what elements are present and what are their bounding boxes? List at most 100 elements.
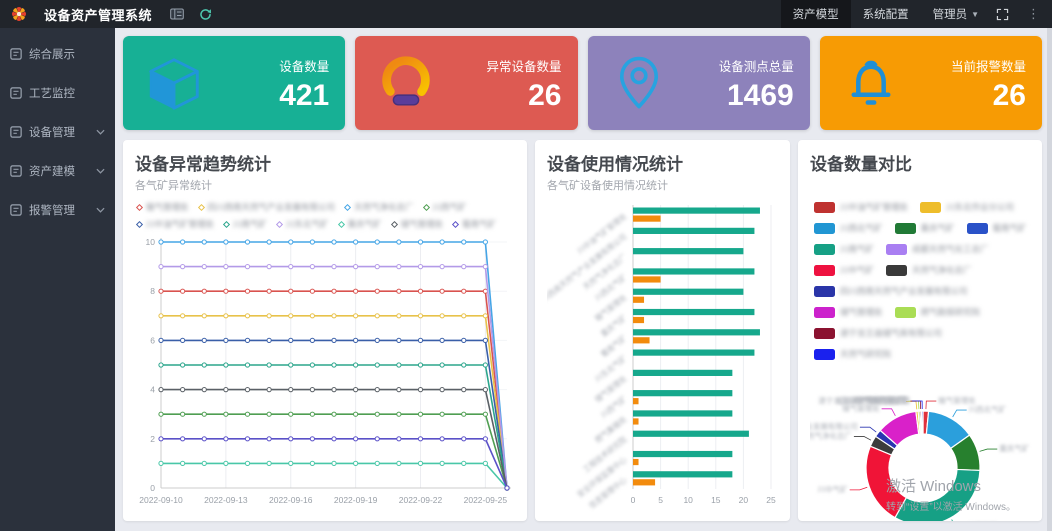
refresh-icon[interactable] [194, 3, 216, 25]
menu-doc-icon [10, 126, 22, 138]
sidebar-item-4[interactable]: 报警管理 [0, 190, 115, 229]
legend-label: 蜀南气矿 [462, 218, 496, 230]
card-value: 26 [906, 81, 1026, 111]
legend-label: 川东北作业分公司 [946, 201, 1014, 213]
menu-doc-icon [10, 48, 22, 60]
card-label: 异常设备数量 [441, 56, 561, 75]
legend-color-chip [886, 244, 907, 255]
legend-item-1[interactable]: 四川西南天然气产业发展有限公司 [199, 201, 336, 213]
chevron-down-icon [96, 129, 105, 135]
svg-text:6: 6 [150, 335, 155, 345]
legend-item-0[interactable]: 输气管理处 [137, 201, 189, 213]
card-label: 当前报警数量 [906, 56, 1026, 75]
legend-color-chip [814, 286, 835, 297]
sidebar-item-0[interactable]: 综合展示 [0, 34, 115, 73]
panel-subtitle: 各气矿异常统计 [135, 177, 515, 193]
chevron-down-icon [96, 168, 105, 174]
menu-doc-icon [10, 204, 22, 216]
sidebar-item-3[interactable]: 资产建模 [0, 151, 115, 190]
legend-label: 储气管理处 [401, 218, 444, 230]
legend-label: 川南气矿 [840, 243, 874, 255]
pie-legend-item-6[interactable]: 成都天然气化工总厂 [886, 243, 989, 255]
legend-item-5[interactable]: 川南气矿 [224, 218, 267, 230]
nav-item-1[interactable]: 系统配置 [851, 0, 921, 28]
pie-legend-item-11[interactable]: 燃气勘探研究院 [895, 306, 981, 318]
diamond-marker-icon [452, 220, 459, 227]
legend-item-9[interactable]: 蜀南气矿 [453, 218, 496, 230]
sidebar: 综合展示工艺监控设备管理资产建模报警管理 [0, 28, 115, 531]
nav-item-2[interactable]: 管理员▼ [921, 0, 991, 28]
diamond-marker-icon [391, 220, 398, 227]
main-content: 设备数量 421 异常设备数量 26 [115, 28, 1052, 531]
svg-text:四川西南天然气产业发展有限公司: 四川西南天然气产业发展有限公司 [810, 421, 858, 431]
sidebar-item-2[interactable]: 设备管理 [0, 112, 115, 151]
svg-text:2022-09-19: 2022-09-19 [334, 495, 378, 505]
pie-legend-item-10[interactable]: 储气管理处 [814, 306, 883, 318]
svg-text:10: 10 [146, 237, 156, 247]
pie-legend-item-9[interactable]: 四川西南天然气产业发展有限公司 [814, 285, 968, 297]
legend-label: 遂宁龙王庙储气库有限公司 [840, 327, 942, 339]
legend-color-chip [814, 307, 835, 318]
legend-label: 重庆气矿 [348, 218, 382, 230]
legend-color-chip [967, 223, 988, 234]
pie-legend-item-13[interactable]: 天然气研究院 [814, 348, 891, 360]
card-device-count[interactable]: 设备数量 421 [123, 36, 345, 130]
card-current-alarms[interactable]: 当前报警数量 26 [820, 36, 1042, 130]
legend-color-chip [814, 202, 835, 213]
card-abnormal-devices[interactable]: 异常设备数量 26 [355, 36, 577, 130]
scrollbar-track[interactable] [1047, 28, 1052, 531]
pin-icon [604, 48, 674, 118]
diamond-marker-icon [223, 220, 230, 227]
legend-item-7[interactable]: 重庆气矿 [339, 218, 382, 230]
legend-label: 蜀南气矿 [993, 222, 1027, 234]
legend-item-6[interactable]: 川东北气矿 [277, 218, 329, 230]
svg-text:重庆气矿: 重庆气矿 [999, 443, 1029, 453]
legend-label: 川西北气矿 [840, 222, 883, 234]
line-chart[interactable]: 02468102022-09-102022-09-132022-09-16202… [135, 232, 515, 518]
card-measure-points[interactable]: 设备测点总量 1469 [588, 36, 810, 130]
nav-item-0[interactable]: 资产模型 [781, 0, 851, 28]
svg-text:输气管理处: 输气管理处 [938, 395, 976, 405]
card-value: 421 [209, 81, 329, 111]
sidebar-toggle-icon[interactable] [166, 3, 188, 25]
panel-abnormal-trend: 设备异常趋势统计 各气矿异常统计 输气管理处四川西南天然气产业发展有限公司天然气… [123, 140, 527, 521]
sidebar-item-1[interactable]: 工艺监控 [0, 73, 115, 112]
pie-legend-item-1[interactable]: 川东北作业分公司 [920, 201, 1014, 213]
pie-legend-item-4[interactable]: 蜀南气矿 [967, 222, 1027, 234]
legend-item-2[interactable]: 天然气净化总厂 [345, 201, 414, 213]
pie-legend-item-5[interactable]: 川南气矿 [814, 243, 874, 255]
legend-item-3[interactable]: 川西气矿 [424, 201, 467, 213]
pie-legend-item-7[interactable]: 川中气矿 [814, 264, 874, 276]
ring-icon [371, 48, 441, 118]
legend-label: 燃气勘探研究院 [921, 306, 981, 318]
legend-label: 天然气净化总厂 [912, 264, 972, 276]
legend-label: 储气管理处 [840, 306, 883, 318]
diamond-marker-icon [197, 203, 204, 210]
svg-text:2022-09-25: 2022-09-25 [464, 495, 508, 505]
panel-subtitle: 各气矿设备使用情况统计 [547, 177, 778, 193]
legend-color-chip [895, 223, 916, 234]
sidebar-item-label: 设备管理 [29, 124, 96, 140]
more-options-icon[interactable]: ⋮ [1019, 6, 1044, 22]
app-logo-icon [8, 3, 30, 25]
sidebar-item-label: 资产建模 [29, 163, 96, 179]
pie-legend-item-2[interactable]: 川西北气矿 [814, 222, 883, 234]
sidebar-item-label: 工艺监控 [29, 85, 105, 101]
svg-text:8: 8 [150, 286, 155, 296]
legend-item-4[interactable]: 川中油气矿管理处 [137, 218, 214, 230]
legend-label: 输气管理处 [146, 201, 189, 213]
legend-label: 川东北气矿 [286, 218, 329, 230]
pie-legend-item-8[interactable]: 天然气净化总厂 [886, 264, 972, 276]
bar-chart[interactable]: 0510152025川中油气矿管理处四川西南天然气产业发展有限公司天然气净化总厂… [547, 197, 778, 513]
legend-label: 川南气矿 [233, 218, 267, 230]
legend-item-8[interactable]: 储气管理处 [392, 218, 444, 230]
fullscreen-icon[interactable] [991, 3, 1013, 25]
donut-slice-11[interactable] [921, 411, 923, 434]
pie-legend-item-0[interactable]: 川中油气矿管理处 [814, 201, 908, 213]
legend-label: 天然气研究院 [840, 348, 891, 360]
legend-label: 川中气矿 [840, 264, 874, 276]
pie-legend-item-3[interactable]: 重庆气矿 [895, 222, 955, 234]
card-label: 设备数量 [209, 56, 329, 75]
svg-text:0: 0 [150, 483, 155, 493]
pie-legend-item-12[interactable]: 遂宁龙王庙储气库有限公司 [814, 327, 942, 339]
